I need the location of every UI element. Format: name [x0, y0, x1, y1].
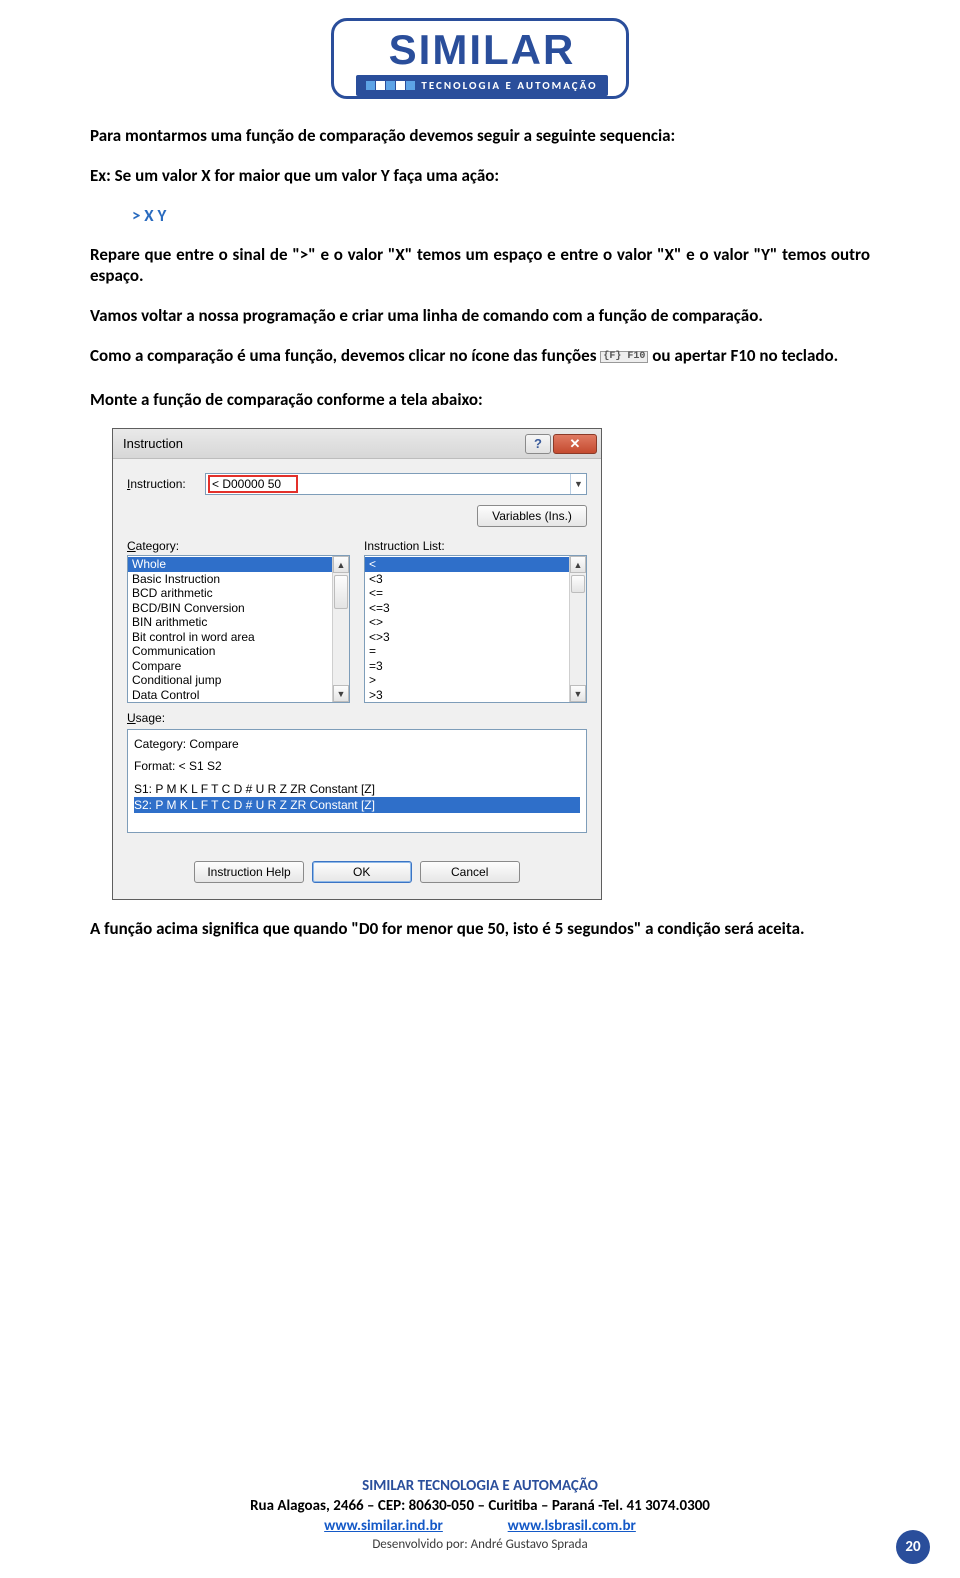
scroll-track[interactable] [570, 573, 586, 685]
variables-button[interactable]: Variables (Ins.) [477, 505, 587, 527]
usage-line: Format: < S1 S2 [134, 758, 580, 774]
page-footer: SIMILAR TECNOLOGIA E AUTOMAÇÃO Rua Alago… [0, 1476, 960, 1554]
para-6: Monte a função de comparação conforme a … [90, 389, 870, 411]
category-item[interactable]: Basic Instruction [128, 572, 332, 587]
scroll-track[interactable] [333, 573, 349, 685]
instruction-item[interactable]: >3 [365, 688, 569, 703]
page-number-badge: 20 [896, 1530, 930, 1564]
instruction-row: Instruction: < D00000 50 ▼ [127, 473, 587, 495]
instruction-list-column: Instruction List: < <3 <= <=3 <> <>3 = =… [364, 539, 587, 703]
logo-subtitle: TECNOLOGIA E AUTOMAÇÃO [356, 75, 607, 96]
category-item[interactable]: Whole [128, 557, 332, 572]
category-item[interactable]: Communication [128, 644, 332, 659]
scroll-thumb[interactable] [571, 575, 585, 593]
para-7: A função acima significa que quando "D0 … [90, 918, 870, 940]
usage-line-selected: S2: P M K L F T C D # U R Z ZR Constant … [134, 797, 580, 813]
instruction-items: < <3 <= <=3 <> <>3 = =3 > >3 [365, 556, 569, 702]
dialog-titlebar: Instruction ? ✕ [113, 429, 601, 459]
logo-subtitle-text: TECNOLOGIA E AUTOMAÇÃO [421, 79, 597, 92]
instruction-value: < D00000 50 [206, 477, 570, 491]
dialog-close-button[interactable]: ✕ [553, 434, 597, 454]
instruction-item[interactable]: < [365, 557, 569, 572]
usage-line: S1: P M K L F T C D # U R Z ZR Constant … [134, 781, 580, 797]
instruction-label: Instruction: [127, 477, 197, 491]
instruction-item[interactable]: <3 [365, 572, 569, 587]
para-2: Ex: Se um valor X for maior que um valor… [90, 165, 870, 187]
usage-line: Category: Compare [134, 736, 580, 752]
usage-box: Category: Compare Format: < S1 S2 S1: P … [127, 729, 587, 833]
category-item[interactable]: Conditional jump [128, 673, 332, 688]
category-item[interactable]: Compare [128, 659, 332, 674]
footer-address: Rua Alagoas, 2466 – CEP: 80630-050 – Cur… [0, 1496, 960, 1516]
footer-link-2[interactable]: www.lsbrasil.com.br [508, 1517, 636, 1535]
category-item[interactable]: BIN arithmetic [128, 615, 332, 630]
logo-checker-icon [366, 81, 415, 90]
para-5: Como a comparação é uma função, devemos … [90, 345, 870, 367]
instruction-listbox[interactable]: < <3 <= <=3 <> <>3 = =3 > >3 ▲ [364, 555, 587, 703]
instruction-list-label: Instruction List: [364, 539, 587, 553]
scroll-up-icon[interactable]: ▲ [570, 556, 586, 573]
category-scrollbar[interactable]: ▲ ▼ [332, 556, 349, 702]
cancel-button[interactable]: Cancel [420, 861, 520, 883]
example-expression: > X Y [132, 205, 870, 226]
footer-developer: Desenvolvido por: André Gustavo Sprada [0, 1536, 960, 1554]
para-5a: Como a comparação é uma função, devemos … [90, 345, 600, 366]
variables-row: Variables (Ins.) [127, 505, 587, 527]
instruction-item[interactable]: > [365, 673, 569, 688]
logo-word: SIMILAR [356, 29, 607, 71]
instruction-dialog: Instruction ? ✕ Instruction: < D00000 50… [112, 428, 602, 900]
category-listbox[interactable]: Whole Basic Instruction BCD arithmetic B… [127, 555, 350, 703]
category-column: Category: Whole Basic Instruction BCD ar… [127, 539, 350, 703]
instruction-item[interactable]: =3 [365, 659, 569, 674]
header-logo: SIMILAR TECNOLOGIA E AUTOMAÇÃO [90, 18, 870, 99]
para-5b: ou apertar F10 no teclado. [652, 345, 838, 366]
category-items: Whole Basic Instruction BCD arithmetic B… [128, 556, 332, 702]
logo-box: SIMILAR TECNOLOGIA E AUTOMAÇÃO [331, 18, 628, 99]
category-item[interactable]: Data Control [128, 688, 332, 703]
instruction-item[interactable]: = [365, 644, 569, 659]
instruction-scrollbar[interactable]: ▲ ▼ [569, 556, 586, 702]
para-1: Para montarmos uma função de comparação … [90, 125, 870, 147]
footer-link-1[interactable]: www.similar.ind.br [324, 1517, 443, 1535]
para-3: Repare que entre o sinal de ">" e o valo… [90, 244, 870, 288]
instruction-combobox[interactable]: < D00000 50 ▼ [205, 473, 587, 495]
footer-links: www.similar.ind.br www.lsbrasil.com.br [0, 1516, 960, 1536]
instruction-item[interactable]: <> [365, 615, 569, 630]
instruction-item[interactable]: <=3 [365, 601, 569, 616]
lists-row: Category: Whole Basic Instruction BCD ar… [127, 539, 587, 703]
category-label: Category: [127, 539, 350, 553]
para-4: Vamos voltar a nossa programação e criar… [90, 305, 870, 327]
scroll-up-icon[interactable]: ▲ [333, 556, 349, 573]
ok-button[interactable]: OK [312, 861, 412, 883]
scroll-down-icon[interactable]: ▼ [333, 685, 349, 702]
usage-label: Usage: [127, 711, 587, 725]
dropdown-arrow-icon[interactable]: ▼ [570, 474, 586, 494]
instruction-item[interactable]: <= [365, 586, 569, 601]
category-item[interactable]: BCD arithmetic [128, 586, 332, 601]
functions-icon: {F} F10 [600, 351, 648, 363]
scroll-down-icon[interactable]: ▼ [570, 685, 586, 702]
instruction-help-button[interactable]: Instruction Help [194, 861, 303, 883]
category-item[interactable]: BCD/BIN Conversion [128, 601, 332, 616]
dialog-body: Instruction: < D00000 50 ▼ Variables (In… [113, 459, 601, 843]
category-item[interactable]: Bit control in word area [128, 630, 332, 645]
scroll-thumb[interactable] [334, 575, 348, 609]
dialog-title: Instruction [123, 436, 525, 451]
dialog-footer: Instruction Help OK Cancel [113, 843, 601, 899]
footer-company: SIMILAR TECNOLOGIA E AUTOMAÇÃO [0, 1476, 960, 1496]
instruction-item[interactable]: <>3 [365, 630, 569, 645]
dialog-help-button[interactable]: ? [525, 434, 551, 454]
